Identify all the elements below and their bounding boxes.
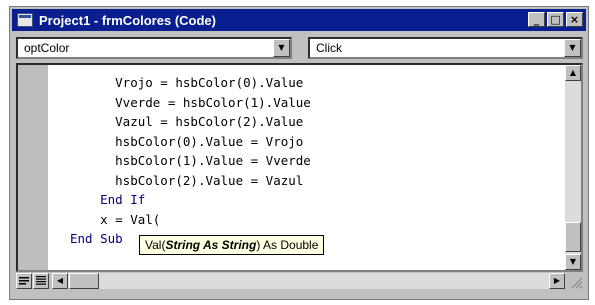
tooltip-prefix: Val(: [145, 238, 166, 252]
code-line[interactable]: hsbColor(0).Value = Vrojo: [70, 132, 311, 152]
arrow-right-icon[interactable]: ▶: [549, 273, 565, 289]
vertical-scrollbar[interactable]: ▲ ▼: [565, 65, 581, 270]
window-controls: _ □ ×: [528, 12, 583, 27]
code-statement: Vazul = hsbColor(2).Value: [115, 114, 304, 129]
maximize-button[interactable]: □: [547, 12, 564, 27]
code-statement: x = Val(: [100, 211, 161, 227]
close-button[interactable]: ×: [566, 12, 583, 27]
code-line[interactable]: Vverde = hsbColor(1).Value: [70, 93, 311, 113]
code-line[interactable]: End If: [70, 190, 311, 210]
resize-grip-icon[interactable]: [569, 275, 583, 289]
tooltip-parameter: String As String: [165, 238, 257, 252]
code-statement: hsbColor(2).Value = Vazul: [115, 172, 304, 188]
code-window: Project1 - frmColores (Code) _ □ × optCo…: [9, 6, 589, 300]
object-dropdown[interactable]: optColor ▼: [16, 37, 292, 59]
full-module-view-icon[interactable]: [33, 273, 49, 289]
code-statement: Vrojo = hsbColor(0).Value: [115, 75, 304, 90]
code-statement: hsbColor(0).Value = Vrojo: [115, 133, 304, 149]
title-bar[interactable]: Project1 - frmColores (Code) _ □ ×: [12, 9, 586, 31]
quick-info-tooltip: Val(String As String) As Double: [139, 235, 325, 255]
object-dropdown-value: optColor: [24, 41, 70, 55]
arrow-down-icon[interactable]: ▼: [565, 254, 581, 270]
horizontal-scrollbar[interactable]: ◀ ▶: [52, 273, 565, 289]
code-keyword: End If: [100, 192, 146, 207]
tooltip-suffix: ) As Double: [256, 238, 319, 252]
code-line[interactable]: Vrojo = hsbColor(0).Value: [70, 73, 311, 93]
code-line[interactable]: Vazul = hsbColor(2).Value: [70, 112, 311, 132]
chevron-down-icon[interactable]: ▼: [273, 39, 290, 57]
margin-indicator-bar[interactable]: [18, 65, 48, 270]
arrow-up-icon[interactable]: ▲: [565, 65, 581, 81]
code-keyword: End Sub: [70, 231, 123, 246]
window-title: Project1 - frmColores (Code): [39, 12, 216, 28]
bottom-bar: ◀ ▶: [16, 273, 583, 291]
chevron-down-icon[interactable]: ▼: [564, 39, 581, 57]
code-line[interactable]: hsbColor(1).Value = Vverde: [70, 151, 311, 171]
arrow-left-icon[interactable]: ◀: [52, 273, 68, 289]
code-statement: Vverde = hsbColor(1).Value: [115, 94, 311, 110]
code-statement: hsbColor(1).Value = Vverde: [115, 153, 311, 168]
code-window-icon[interactable]: [17, 13, 33, 27]
procedure-view-icon[interactable]: [16, 273, 32, 289]
procedure-dropdown-value: Click: [316, 41, 342, 55]
code-text[interactable]: Vrojo = hsbColor(0).Value Vverde = hsbCo…: [70, 73, 311, 249]
vertical-scroll-thumb[interactable]: [565, 222, 581, 252]
procedure-dropdown[interactable]: Click ▼: [308, 37, 583, 59]
horizontal-scroll-thumb[interactable]: [69, 273, 99, 289]
code-line[interactable]: x = Val(: [70, 210, 311, 230]
code-line[interactable]: hsbColor(2).Value = Vazul: [70, 171, 311, 191]
minimize-button[interactable]: _: [528, 12, 545, 27]
